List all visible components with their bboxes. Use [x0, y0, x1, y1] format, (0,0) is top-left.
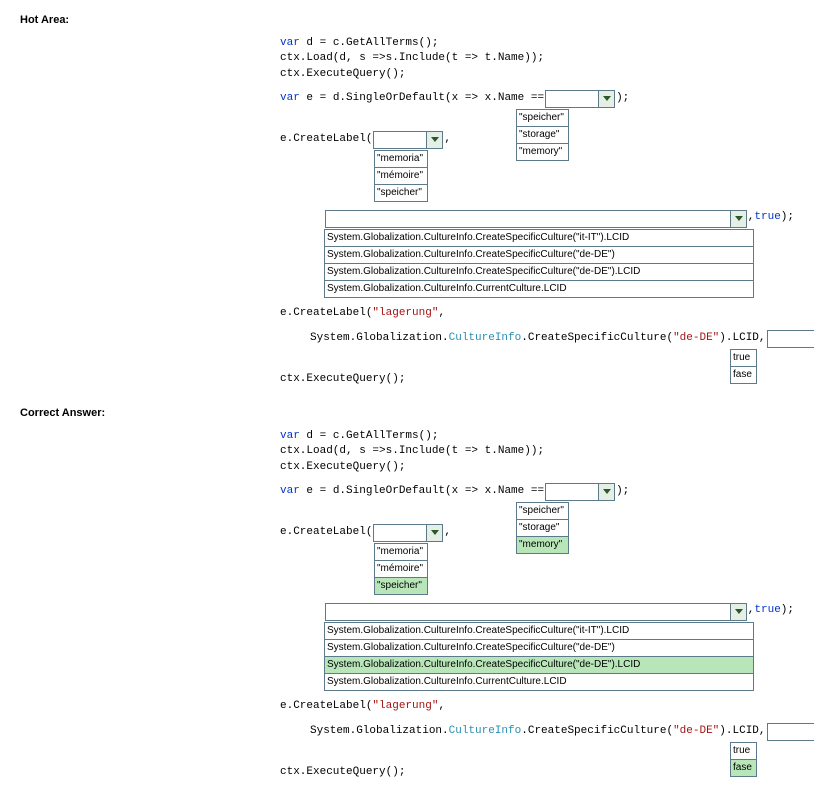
kw-true: true	[754, 210, 780, 225]
text: ,	[748, 603, 755, 618]
option[interactable]: true	[731, 743, 756, 760]
dropdown-bool-options: true fase	[730, 349, 757, 384]
text: ctx.ExecuteQuery();	[280, 372, 405, 387]
chevron-down-icon	[598, 484, 614, 500]
chevron-down-icon	[730, 211, 746, 227]
type: CultureInfo	[449, 724, 522, 739]
dropdown-culture[interactable]	[325, 210, 747, 228]
text: ,	[444, 525, 451, 540]
text: ctx.ExecuteQuery();	[280, 460, 405, 475]
text: d = c.GetAllTerms();	[300, 36, 439, 51]
text: ).LCID,	[719, 724, 765, 739]
option[interactable]: "storage"	[517, 127, 568, 144]
text: System.Globalization.	[310, 724, 449, 739]
string: "lagerung"	[372, 306, 438, 321]
kw-var: var	[280, 91, 300, 106]
text: ,	[438, 306, 445, 321]
text: );	[781, 603, 794, 618]
kw-var: var	[280, 36, 300, 51]
chevron-down-icon	[730, 604, 746, 620]
dropdown-label[interactable]	[373, 131, 443, 149]
text: );	[781, 210, 794, 225]
kw-var: var	[280, 484, 300, 499]
option-selected[interactable]: "speicher"	[375, 578, 427, 594]
option[interactable]: "speicher"	[517, 503, 568, 520]
dropdown-culture-options: System.Globalization.CultureInfo.CreateS…	[324, 622, 754, 691]
text: ctx.Load(d, s =>s.Include(t => t.Name));	[280, 51, 544, 66]
option[interactable]: true	[731, 350, 756, 367]
option[interactable]: System.Globalization.CultureInfo.CreateS…	[325, 640, 753, 657]
option[interactable]: "speicher"	[375, 185, 427, 201]
option[interactable]: System.Globalization.CultureInfo.Current…	[325, 281, 753, 297]
string: "lagerung"	[372, 699, 438, 714]
dropdown-label-options: "memoria" "mémoire" "speicher"	[374, 543, 428, 595]
option[interactable]: "memoria"	[375, 544, 427, 561]
chevron-down-icon	[426, 525, 442, 541]
option[interactable]: System.Globalization.CultureInfo.CreateS…	[325, 623, 753, 640]
chevron-down-icon	[598, 91, 614, 107]
text: e.CreateLabel(	[280, 525, 372, 540]
hot-area-label: Hot Area:	[20, 14, 794, 26]
option[interactable]: "storage"	[517, 520, 568, 537]
text: );	[616, 91, 629, 106]
option[interactable]: "memory"	[517, 144, 568, 160]
option[interactable]: "speicher"	[517, 110, 568, 127]
kw-true: true	[754, 603, 780, 618]
text: e = d.SingleOrDefault(x => x.Name ==	[300, 484, 544, 499]
text: ctx.ExecuteQuery();	[280, 765, 405, 780]
dropdown-bool-options: true fase	[730, 742, 757, 777]
text: System.Globalization.	[310, 331, 449, 346]
correct-answer-code: var d = c.GetAllTerms(); ctx.Load(d, s =…	[280, 429, 794, 780]
dropdown-culture-options: System.Globalization.CultureInfo.CreateS…	[324, 229, 754, 298]
text: .CreateSpecificCulture(	[521, 724, 673, 739]
option-selected[interactable]: fase	[731, 760, 756, 776]
text: ctx.ExecuteQuery();	[280, 67, 405, 82]
option[interactable]: System.Globalization.CultureInfo.Current…	[325, 674, 753, 690]
dropdown-name-options: "speicher" "storage" "memory"	[516, 502, 569, 554]
text: ).LCID,	[719, 331, 765, 346]
option[interactable]: "mémoire"	[375, 168, 427, 185]
dropdown-culture[interactable]	[325, 603, 747, 621]
correct-answer-label: Correct Answer:	[20, 407, 794, 419]
dropdown-bool[interactable]	[767, 330, 814, 348]
type: CultureInfo	[449, 331, 522, 346]
dropdown-name[interactable]	[545, 483, 615, 501]
option[interactable]: System.Globalization.CultureInfo.CreateS…	[325, 264, 753, 281]
text: );	[616, 484, 629, 499]
text: ,	[438, 699, 445, 714]
text: ,	[748, 210, 755, 225]
dropdown-label[interactable]	[373, 524, 443, 542]
kw-var: var	[280, 429, 300, 444]
option[interactable]: fase	[731, 367, 756, 383]
option[interactable]: "mémoire"	[375, 561, 427, 578]
chevron-down-icon	[426, 132, 442, 148]
string: "de-DE"	[673, 331, 719, 346]
dropdown-name-options: "speicher" "storage" "memory"	[516, 109, 569, 161]
option[interactable]: System.Globalization.CultureInfo.CreateS…	[325, 247, 753, 264]
option-selected[interactable]: "memory"	[517, 537, 568, 553]
text: d = c.GetAllTerms();	[300, 429, 439, 444]
option-selected[interactable]: System.Globalization.CultureInfo.CreateS…	[325, 657, 753, 674]
text: e.CreateLabel(	[280, 699, 372, 714]
text: .CreateSpecificCulture(	[521, 331, 673, 346]
text: e.CreateLabel(	[280, 306, 372, 321]
text: ctx.Load(d, s =>s.Include(t => t.Name));	[280, 444, 544, 459]
dropdown-bool[interactable]	[767, 723, 814, 741]
string: "de-DE"	[673, 724, 719, 739]
text: e = d.SingleOrDefault(x => x.Name ==	[300, 91, 544, 106]
dropdown-name[interactable]	[545, 90, 615, 108]
option[interactable]: System.Globalization.CultureInfo.CreateS…	[325, 230, 753, 247]
hot-area-code: var d = c.GetAllTerms(); ctx.Load(d, s =…	[280, 36, 794, 387]
